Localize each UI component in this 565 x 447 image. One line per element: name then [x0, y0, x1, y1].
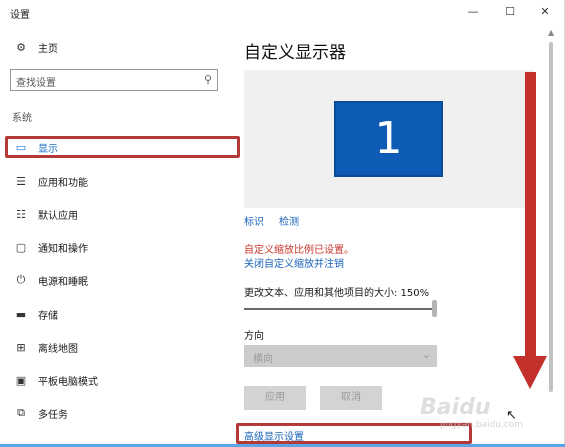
annotation-arrow-shaft	[525, 72, 536, 360]
custom-scale-warning: 自定义缩放比例已设置。	[244, 245, 354, 256]
detect-link[interactable]: 检测	[279, 213, 299, 228]
nav-home[interactable]: ⚙ 主页	[13, 38, 58, 56]
orientation-value: 横向	[253, 354, 273, 365]
map-icon: ⊞	[16, 340, 26, 354]
highlight-box-display	[5, 136, 240, 158]
window-title: 设置	[10, 10, 30, 21]
sidebar-item-multitasking[interactable]: ⧉ 多任务	[13, 404, 68, 422]
sidebar-item-label: 默认应用	[38, 210, 78, 222]
sidebar-item-storage[interactable]: ▬ 存储	[13, 305, 58, 323]
scroll-up-icon[interactable]: ▲	[548, 28, 554, 37]
tablet-icon: ▣	[15, 373, 27, 387]
title-bar: 设置 — ☐ ✕	[0, 0, 565, 26]
search-box[interactable]: 查找设置 ⚲	[10, 69, 218, 91]
orientation-select[interactable]: 横向 ⌄	[244, 345, 437, 367]
watermark-logo: Baidu	[420, 395, 491, 420]
page-title: 自定义显示器	[244, 43, 346, 63]
maximize-button[interactable]: ☐	[492, 0, 528, 24]
sidebar-item-label: 存储	[38, 310, 58, 322]
highlight-box-advanced	[236, 423, 472, 444]
monitor-number: 1	[374, 113, 403, 164]
gear-icon: ⚙	[16, 40, 26, 54]
cancel-button[interactable]: 取消	[320, 386, 382, 410]
apply-button[interactable]: 应用	[244, 386, 306, 410]
sidebar-item-label: 平板电脑模式	[38, 376, 98, 388]
search-input[interactable]: 查找设置	[16, 74, 56, 89]
close-button[interactable]: ✕	[527, 0, 563, 24]
storage-icon: ▬	[15, 307, 27, 321]
notification-icon: ▢	[15, 240, 27, 254]
chevron-down-icon: ⌄	[421, 348, 431, 361]
identify-link[interactable]: 标识	[244, 213, 264, 228]
scrollbar-thumb[interactable]	[549, 42, 553, 392]
nav-home-label: 主页	[38, 43, 58, 55]
text-size-slider-fill	[244, 308, 437, 310]
sidebar-item-apps[interactable]: ☰ 应用和功能	[13, 172, 88, 190]
settings-window: 设置 — ☐ ✕ ⚙ 主页 查找设置 ⚲ 系统 ▭ 显示 ☰ 应用和功能 ☷ 默…	[0, 0, 565, 447]
power-icon: ⏻	[16, 273, 26, 286]
sidebar-item-label: 离线地图	[38, 343, 78, 355]
monitor-tile[interactable]: 1	[334, 101, 443, 177]
sidebar-item-tablet-mode[interactable]: ▣ 平板电脑模式	[13, 371, 98, 389]
text-size-label: 更改文本、应用和其他项目的大小: 150%	[244, 288, 430, 299]
orientation-label: 方向	[244, 331, 264, 342]
sidebar-item-label: 多任务	[38, 409, 68, 421]
annotation-arrow-head	[513, 356, 547, 389]
search-icon[interactable]: ⚲	[204, 73, 212, 86]
section-label-system: 系统	[12, 113, 32, 124]
monitor-arrangement-area: 1	[244, 70, 534, 208]
default-apps-icon: ☷	[16, 207, 26, 221]
sidebar-item-power[interactable]: ⏻ 电源和睡眠	[13, 271, 88, 289]
text-size-slider-track[interactable]	[244, 308, 437, 310]
sidebar-item-label: 通知和操作	[38, 243, 88, 255]
text-size-slider-thumb[interactable]	[432, 300, 437, 317]
sidebar-item-offline-maps[interactable]: ⊞ 离线地图	[13, 338, 78, 356]
sidebar-item-label: 应用和功能	[38, 177, 88, 189]
mouse-cursor-icon: ↖	[506, 408, 517, 423]
minimize-button[interactable]: —	[455, 0, 491, 24]
custom-scale-off-link[interactable]: 关闭自定义缩放并注销	[244, 255, 344, 270]
multitask-icon: ⧉	[17, 406, 25, 419]
sidebar-item-default-apps[interactable]: ☷ 默认应用	[13, 205, 78, 223]
apps-list-icon: ☰	[16, 174, 26, 188]
sidebar-item-label: 电源和睡眠	[38, 276, 88, 288]
sidebar-item-notifications[interactable]: ▢ 通知和操作	[13, 238, 88, 256]
